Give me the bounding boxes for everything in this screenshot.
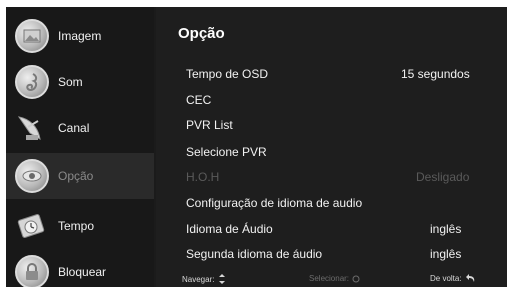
sidebar-item-label: Opção (58, 169, 94, 183)
audio-language-config-row[interactable]: Configuração de idioma de audio (186, 196, 501, 216)
cec-row[interactable]: CEC (186, 93, 501, 113)
sidebar-item-label: Imagem (58, 29, 102, 43)
page-title: Opção (178, 25, 225, 42)
back-arrow-icon (465, 274, 474, 282)
row-value: inglês (430, 247, 462, 261)
padlock-icon (15, 255, 49, 287)
satellite-dish-icon (15, 111, 49, 145)
select-hint-label: Selecionar: (309, 274, 350, 283)
row-value: 15 segundos (401, 67, 470, 81)
options-panel: Opção Tempo de OSD 15 segundos CEC PVR L… (156, 7, 507, 287)
audio-language-row[interactable]: Idioma de Áudio inglês (186, 222, 501, 242)
sidebar-item-label: Tempo (58, 219, 95, 233)
navigate-hint-label: Navegar: (182, 274, 215, 284)
sidebar-item-bloquear[interactable]: Bloquear (6, 249, 154, 287)
ok-button-icon (352, 275, 360, 282)
row-value: inglês (430, 222, 462, 236)
row-value: Desligado (416, 170, 470, 184)
picture-icon (15, 19, 49, 53)
eye-icon (15, 159, 49, 193)
hoh-row: H.O.H Desligado (186, 170, 501, 190)
select-hint: Selecionar: (309, 274, 360, 283)
navigate-hint: Navegar: (182, 274, 227, 284)
row-label: PVR List (186, 118, 233, 132)
osd-time-row[interactable]: Tempo de OSD 15 segundos (186, 67, 501, 87)
sidebar-item-som[interactable]: Som (6, 59, 154, 105)
sidebar-item-tempo[interactable]: Tempo (6, 203, 154, 249)
row-label: Tempo de OSD (186, 67, 269, 81)
pvr-list-row[interactable]: PVR List (186, 118, 501, 138)
row-label: H.O.H (186, 170, 220, 184)
row-label: Selecione PVR (186, 145, 267, 159)
sidebar-item-label: Canal (58, 121, 90, 135)
row-label: Configuração de idioma de audio (186, 196, 363, 210)
music-note-icon (15, 65, 49, 99)
clock-icon (15, 209, 49, 243)
sidebar-item-label: Som (58, 75, 83, 89)
tv-settings-screen: Imagem Som Canal Opção Tempo Bloquear Op… (6, 7, 507, 287)
arrows-icon (219, 274, 226, 284)
sidebar-item-opcao[interactable]: Opção (6, 153, 154, 199)
row-label: CEC (186, 93, 212, 107)
row-label: Segunda idioma de áudio (186, 247, 323, 261)
sidebar-item-label: Bloquear (58, 265, 107, 279)
back-hint: De volta: (430, 274, 475, 283)
settings-sidebar: Imagem Som Canal Opção Tempo Bloquear (6, 7, 154, 287)
row-label: Idioma de Áudio (186, 222, 273, 236)
second-audio-language-row[interactable]: Segunda idioma de áudio inglês (186, 247, 501, 267)
back-hint-label: De volta: (430, 274, 462, 283)
select-pvr-row[interactable]: Selecione PVR (186, 145, 501, 165)
sidebar-item-imagem[interactable]: Imagem (6, 13, 154, 59)
sidebar-item-canal[interactable]: Canal (6, 105, 154, 151)
key-hints-footer: Navegar: Selecionar: De volta: (156, 272, 507, 287)
